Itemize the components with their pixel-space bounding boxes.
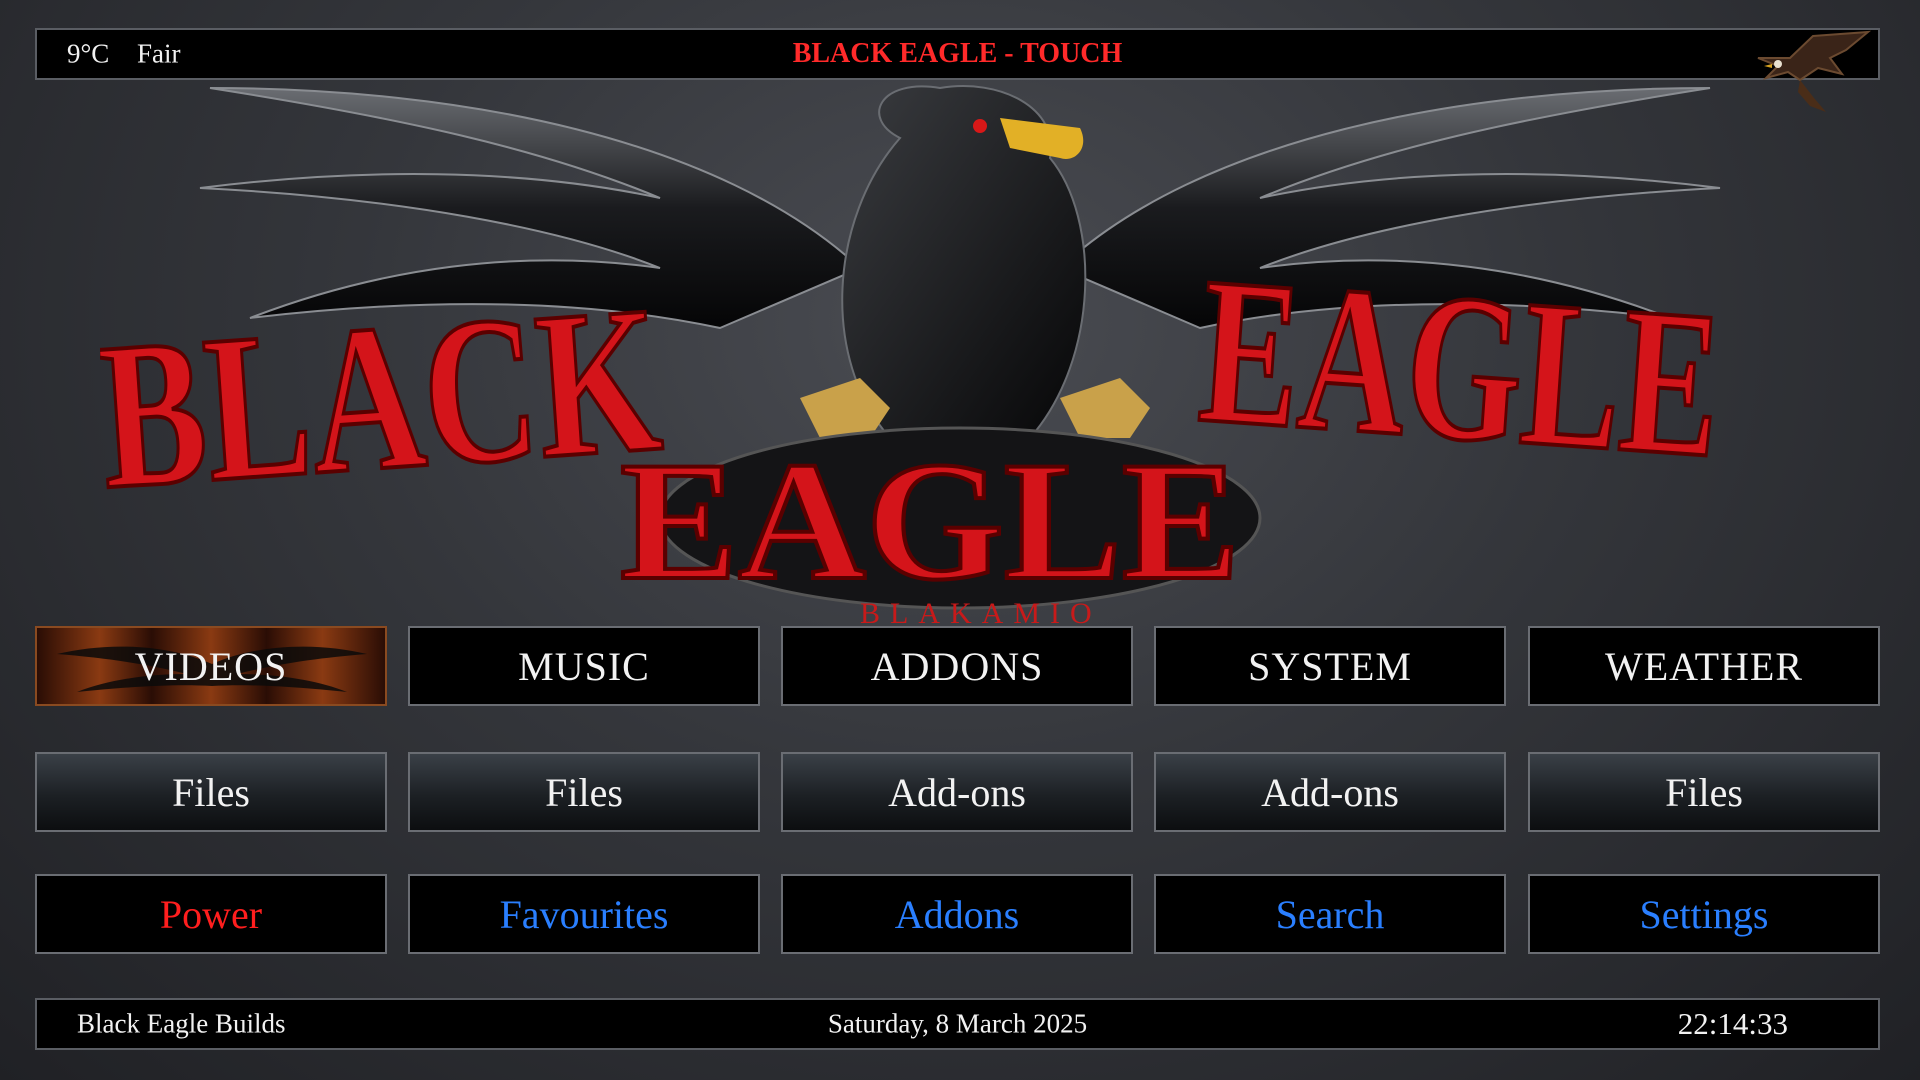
weather-temperature: 9°C [67,38,110,69]
settings-button[interactable]: Settings [1528,874,1880,954]
favourites-button[interactable]: Favourites [408,874,760,954]
sub-menu: Files Files Add-ons Add-ons Files [35,752,1880,832]
power-button-label: Power [159,891,263,937]
logo-lettering: BLACK EAGLE EAGLE BLAKAMIO [100,232,1730,630]
menu-system[interactable]: SYSTEM [1154,626,1506,706]
submenu-label: Add-ons [1261,769,1399,815]
menu-videos-label: VIDEOS [134,643,288,689]
submenu-item[interactable]: Add-ons [781,752,1133,832]
logo-word-eagle-center: EAGLE [620,427,1240,615]
search-button-label: Search [1275,891,1385,937]
submenu-item[interactable]: Files [408,752,760,832]
menu-addons[interactable]: ADDONS [781,626,1133,706]
logo-word-eagle-right: EAGLE [1193,234,1728,502]
skin-title: BLACK EAGLE - TOUCH [792,38,1123,69]
menu-videos[interactable]: VIDEOS [35,626,387,706]
logo-word-black: BLACK [100,263,667,533]
menu-system-label: SYSTEM [1248,643,1412,689]
submenu-item[interactable]: Add-ons [1154,752,1506,832]
builder-name: Black Eagle Builds [77,1008,286,1039]
menu-music[interactable]: MUSIC [408,626,760,706]
footer-bar: Black Eagle Builds Saturday, 8 March 202… [35,998,1880,1050]
main-menu: VIDEOS MUSIC ADDONS SYSTEM WEATHER [35,626,1880,706]
shortcut-bar: Power Favourites Addons Search Settings [35,874,1880,954]
search-button[interactable]: Search [1154,874,1506,954]
favourites-button-label: Favourites [499,891,669,937]
menu-music-label: MUSIC [518,643,650,689]
addons-button-label: Addons [894,891,1020,937]
current-date: Saturday, 8 March 2025 [827,1008,1088,1039]
menu-weather[interactable]: WEATHER [1528,626,1880,706]
submenu-item[interactable]: Files [35,752,387,832]
menu-addons-label: ADDONS [870,643,1044,689]
power-button[interactable]: Power [35,874,387,954]
addons-button[interactable]: Addons [781,874,1133,954]
submenu-item[interactable]: Files [1528,752,1880,832]
submenu-label: Add-ons [888,769,1026,815]
submenu-label: Files [545,769,623,815]
submenu-label: Files [1665,769,1743,815]
menu-weather-label: WEATHER [1604,643,1804,689]
current-time: 22:14:33 [1677,1006,1788,1041]
top-bar: 9°C Fair BLACK EAGLE - TOUCH [35,28,1880,80]
settings-button-label: Settings [1639,891,1769,937]
submenu-label: Files [172,769,250,815]
weather-condition: Fair [137,38,181,69]
